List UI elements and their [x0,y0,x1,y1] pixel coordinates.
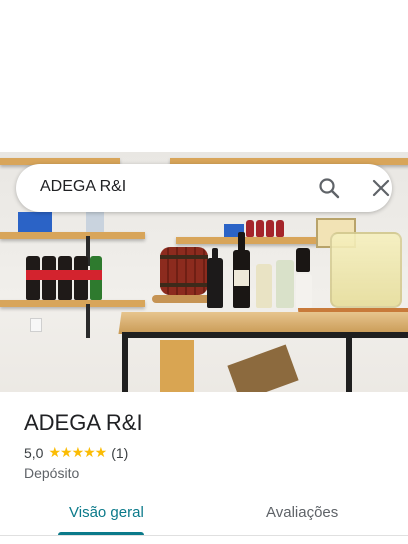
photo-box [18,212,52,232]
photo-outlet [30,318,42,332]
photo-bottle [246,220,254,237]
photo-box [86,212,104,232]
photo-bottle [207,258,223,308]
photo-table-leg [346,334,352,392]
photo-label [26,270,102,280]
photo-bottle [256,264,272,308]
photo-jar [330,232,402,308]
photo-bracket [86,304,90,338]
tabs-divider [0,535,408,536]
photo-shelf [0,232,145,239]
photo-bottle [276,220,284,237]
review-count[interactable]: (1) [111,445,128,461]
close-icon[interactable] [370,177,392,199]
photo-table-frame [122,332,408,338]
photo-bottle [296,248,310,272]
photo-shelf [176,237,326,244]
search-icon[interactable] [318,177,340,199]
photo-bottle [296,274,312,308]
rating-row[interactable]: 5,0 ★★★★★ (1) [24,444,128,461]
photo-wood-cabinet [160,340,194,392]
photo-bottle [266,220,274,237]
rating-value: 5,0 [24,444,44,461]
place-category[interactable]: Depósito [24,465,79,481]
photo-table-top [118,312,408,334]
star-rating: ★★★★★ [48,444,107,460]
photo-barrel [160,247,208,295]
photo-bottle [276,260,294,308]
photo-bottle [256,220,264,237]
photo-bottle-neck [238,232,245,252]
search-input[interactable]: ADEGA R&I [40,178,126,196]
place-name: ADEGA R&I [24,410,143,435]
photo-shelf [0,300,145,307]
tab-reviews[interactable]: Avaliações [266,504,338,521]
tab-overview[interactable]: Visão geral [69,504,144,521]
photo-tray [152,295,212,303]
search-bar[interactable]: ADEGA R&I [16,164,392,212]
photo-label [234,270,249,286]
photo-bottle-neck [212,248,218,260]
photo-table-leg [122,334,128,392]
